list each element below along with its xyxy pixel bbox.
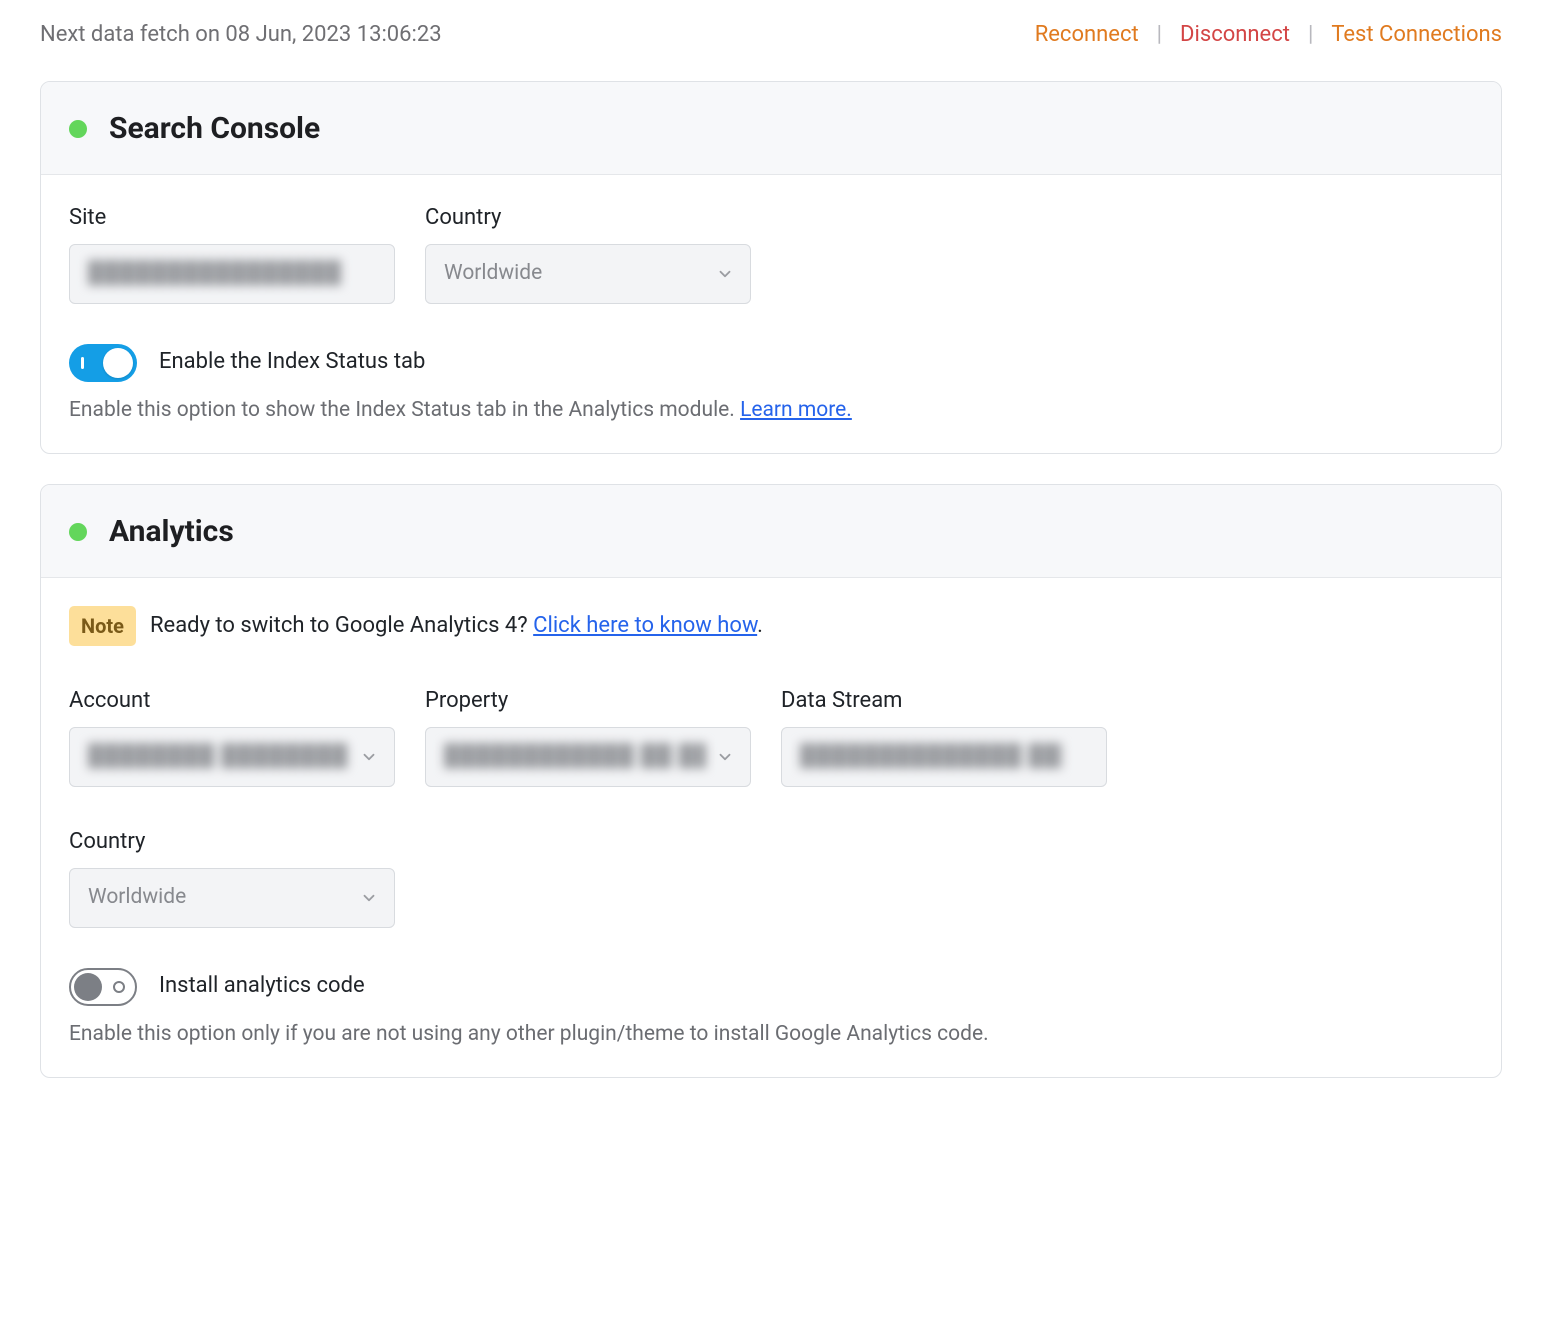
chevron-down-icon — [716, 265, 734, 283]
account-select[interactable]: ████████ ████████ — [69, 727, 395, 787]
note-badge: Note — [69, 606, 136, 646]
analytics-body: Note Ready to switch to Google Analytics… — [41, 578, 1501, 1077]
install-code-toggle-row: Install analytics code — [69, 968, 1473, 1006]
site-field: Site ████████████████ — [69, 203, 395, 304]
reconnect-link[interactable]: Reconnect — [1035, 20, 1139, 51]
connection-links: Reconnect | Disconnect | Test Connection… — [1035, 20, 1502, 51]
datastream-select-value: ██████████████ ████ — [800, 742, 1062, 771]
test-connections-link[interactable]: Test Connections — [1331, 20, 1502, 51]
datastream-select[interactable]: ██████████████ ████ — [781, 727, 1107, 787]
index-status-toggle[interactable] — [69, 344, 137, 382]
analytics-header: Analytics — [41, 485, 1501, 578]
ga4-how-link[interactable]: Click here to know how — [533, 613, 757, 638]
country-select[interactable]: Worldwide — [425, 244, 751, 304]
index-status-help: Enable this option to show the Index Sta… — [69, 396, 1473, 425]
chevron-down-icon — [360, 889, 378, 907]
chevron-down-icon — [716, 748, 734, 766]
search-console-body: Site ████████████████ Country Worldwide — [41, 175, 1501, 453]
index-status-toggle-row: Enable the Index Status tab — [69, 344, 1473, 382]
learn-more-link[interactable]: Learn more. — [740, 398, 852, 422]
search-console-panel: Search Console Site ████████████████ Cou… — [40, 81, 1502, 454]
property-field: Property ████████████ ██ ███ — [425, 686, 751, 787]
separator: | — [1308, 20, 1313, 51]
property-label: Property — [425, 686, 751, 717]
datastream-label: Data Stream — [781, 686, 1107, 717]
analytics-country-field: Country Worldwide — [69, 827, 395, 928]
site-select-value: ████████████████ — [88, 259, 342, 288]
analytics-country-value: Worldwide — [88, 883, 186, 912]
index-status-toggle-label: Enable the Index Status tab — [159, 347, 425, 378]
account-label: Account — [69, 686, 395, 717]
next-fetch-text: Next data fetch on 08 Jun, 2023 13:06:23 — [40, 20, 442, 51]
site-label: Site — [69, 203, 395, 234]
account-select-value: ████████ ████████ — [88, 742, 348, 771]
separator: | — [1157, 20, 1162, 51]
country-label: Country — [425, 203, 751, 234]
search-console-header: Search Console — [41, 82, 1501, 175]
status-dot-icon — [69, 120, 87, 138]
datastream-field: Data Stream ██████████████ ████ — [781, 686, 1107, 787]
property-select-value: ████████████ ██ ███ — [444, 742, 706, 771]
disconnect-link[interactable]: Disconnect — [1180, 20, 1290, 51]
top-bar: Next data fetch on 08 Jun, 2023 13:06:23… — [40, 20, 1502, 51]
property-select[interactable]: ████████████ ██ ███ — [425, 727, 751, 787]
analytics-country-label: Country — [69, 827, 395, 858]
site-select[interactable]: ████████████████ — [69, 244, 395, 304]
account-field: Account ████████ ████████ — [69, 686, 395, 787]
analytics-title: Analytics — [109, 511, 234, 553]
note-text: Ready to switch to Google Analytics 4? C… — [150, 611, 763, 642]
search-console-title: Search Console — [109, 108, 320, 150]
analytics-country-select[interactable]: Worldwide — [69, 868, 395, 928]
country-field: Country Worldwide — [425, 203, 751, 304]
status-dot-icon — [69, 523, 87, 541]
country-select-value: Worldwide — [444, 259, 542, 288]
install-code-help: Enable this option only if you are not u… — [69, 1020, 1473, 1049]
install-code-toggle[interactable] — [69, 968, 137, 1006]
chevron-down-icon — [360, 748, 378, 766]
analytics-panel: Analytics Note Ready to switch to Google… — [40, 484, 1502, 1078]
ga4-note-row: Note Ready to switch to Google Analytics… — [69, 606, 1473, 646]
install-code-toggle-label: Install analytics code — [159, 971, 365, 1002]
